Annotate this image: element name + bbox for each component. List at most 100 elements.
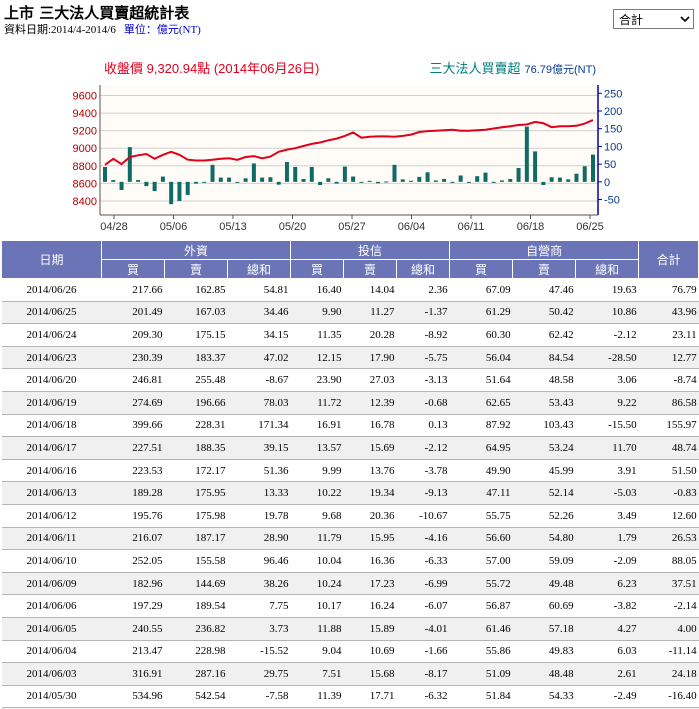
cell-dealer-buy: 62.65 <box>449 391 513 415</box>
cell-date: 2014/06/16 <box>1 459 102 483</box>
cell-foreign-sell: 175.95 <box>164 481 228 505</box>
period-select[interactable]: 合計 <box>613 9 694 29</box>
cell-trust-net: -4.01 <box>396 617 450 641</box>
chevron-down-icon <box>680 16 690 23</box>
cell-trust-buy: 9.99 <box>290 459 344 483</box>
net-flow-bar <box>185 181 190 195</box>
date-range-text: 資料日期:2014/4-2014/6 <box>4 24 116 36</box>
cell-trust-sell: 15.68 <box>343 662 397 686</box>
header-foreign: 外資 <box>100 240 292 260</box>
cell-trust-sell: 12.39 <box>343 391 397 415</box>
cell-trust-net: -1.37 <box>396 301 450 325</box>
net-flow-bar <box>284 162 289 182</box>
x-tick-label: 06/04 <box>398 221 426 233</box>
cell-dealer-buy: 87.92 <box>449 414 513 438</box>
net-flow-bar <box>144 181 149 187</box>
cell-trust-net: -5.75 <box>396 346 450 370</box>
cell-dealer-sell: 52.26 <box>512 504 576 528</box>
cell-dealer-buy: 57.00 <box>449 549 513 573</box>
cell-date: 2014/06/19 <box>1 391 102 415</box>
net-flow-bar <box>458 175 463 182</box>
net-flow-bar <box>591 154 595 182</box>
cell-trust-sell: 14.04 <box>343 278 397 302</box>
cell-foreign-net: -15.52 <box>227 640 291 664</box>
cell-total: -2.14 <box>638 594 699 618</box>
x-tick-label: 06/11 <box>458 221 485 233</box>
net-flow-bar <box>524 126 529 182</box>
cell-date: 2014/06/03 <box>1 662 102 686</box>
cell-foreign-sell: 172.17 <box>164 459 228 483</box>
cell-trust-buy: 10.04 <box>290 549 344 573</box>
cell-dealer-buy: 51.09 <box>449 662 513 686</box>
x-tick-label: 05/06 <box>160 221 188 233</box>
cell-total: -0.83 <box>638 481 699 505</box>
cell-trust-sell: 20.36 <box>343 504 397 528</box>
cell-foreign-sell: 187.17 <box>164 527 228 551</box>
net-flow-bar <box>516 168 521 182</box>
cell-dealer-net: 1.79 <box>575 527 639 551</box>
x-tick-label: 06/25 <box>576 221 604 233</box>
cell-foreign-net: 7.75 <box>227 594 291 618</box>
cell-dealer-sell: 53.24 <box>512 436 576 460</box>
table-row: 2014/06/03 316.91 287.16 29.75 7.51 15.68 -8.1… <box>1 662 699 686</box>
net-flow-bar <box>301 179 306 182</box>
cell-foreign-buy: 209.30 <box>101 323 165 347</box>
net-flow-bar <box>375 181 380 184</box>
cell-foreign-net: -8.67 <box>227 368 291 392</box>
cell-trust-buy: 13.57 <box>290 436 344 460</box>
cell-trust-sell: 17.90 <box>343 346 397 370</box>
net-flow-bar <box>549 177 554 182</box>
net-flow-bar <box>268 177 273 182</box>
cell-foreign-buy: 182.96 <box>101 572 165 596</box>
unit-text: 單位：億元(NT) <box>123 24 201 36</box>
cell-dealer-buy: 55.75 <box>449 504 513 528</box>
table-row: 2014/06/12 195.76 175.98 19.78 9.68 20.36 -10.… <box>1 504 699 528</box>
cell-date: 2014/06/06 <box>1 594 102 618</box>
net-flow-bar <box>409 180 414 182</box>
cell-dealer-net: 9.22 <box>575 391 639 415</box>
cell-trust-net: -3.13 <box>396 368 450 392</box>
cell-foreign-buy: 197.29 <box>101 594 165 618</box>
cell-dealer-sell: 50.42 <box>512 301 576 325</box>
cell-total: 12.60 <box>638 504 699 528</box>
cell-date: 2014/06/05 <box>1 617 102 641</box>
net-flow-bar <box>508 179 513 182</box>
cell-date: 2014/06/20 <box>1 368 102 392</box>
cell-dealer-sell: 52.14 <box>512 481 576 505</box>
net-flow-bar <box>500 180 505 182</box>
cell-trust-sell: 16.78 <box>343 414 397 438</box>
cell-dealer-sell: 45.99 <box>512 459 576 483</box>
x-tick-label: 05/20 <box>279 221 307 233</box>
cell-trust-buy: 7.51 <box>290 662 344 686</box>
cell-foreign-sell: 189.54 <box>164 594 228 618</box>
header-foreign-sell: 賣 <box>164 259 228 279</box>
left-tick-label: 8800 <box>73 161 97 173</box>
cell-date: 2014/05/30 <box>1 685 102 709</box>
cell-trust-buy: 9.90 <box>290 301 344 325</box>
cell-date: 2014/06/12 <box>1 504 102 528</box>
cell-dealer-net: 3.06 <box>575 368 639 392</box>
cell-foreign-net: 39.15 <box>227 436 291 460</box>
cell-dealer-net: 3.49 <box>575 504 639 528</box>
cell-foreign-sell: 175.98 <box>164 504 228 528</box>
cell-dealer-sell: 57.18 <box>512 617 576 641</box>
right-tick-label: 200 <box>604 106 622 118</box>
cell-dealer-net: 6.03 <box>575 640 639 664</box>
net-flow-bar <box>293 166 298 182</box>
net-flow-bar <box>227 177 232 182</box>
cell-total: 24.18 <box>638 662 699 686</box>
cell-foreign-net: 54.81 <box>227 278 291 302</box>
net-flow-bar <box>433 180 438 182</box>
net-flow-legend-label: 三大法人買賣超 <box>429 61 520 76</box>
cell-trust-sell: 17.71 <box>343 685 397 709</box>
cell-dealer-net: 6.23 <box>575 572 639 596</box>
cell-trust-net: -6.07 <box>396 594 450 618</box>
header-dealer-sell: 賣 <box>512 259 577 279</box>
cell-trust-net: -6.32 <box>396 685 450 709</box>
net-flow-bar <box>276 181 281 185</box>
cell-trust-net: 0.13 <box>396 414 450 438</box>
net-flow-bar <box>541 181 546 186</box>
header-dealer-net: 總和 <box>575 259 640 279</box>
net-flow-bar <box>491 181 496 183</box>
cell-trust-buy: 10.22 <box>290 481 344 505</box>
